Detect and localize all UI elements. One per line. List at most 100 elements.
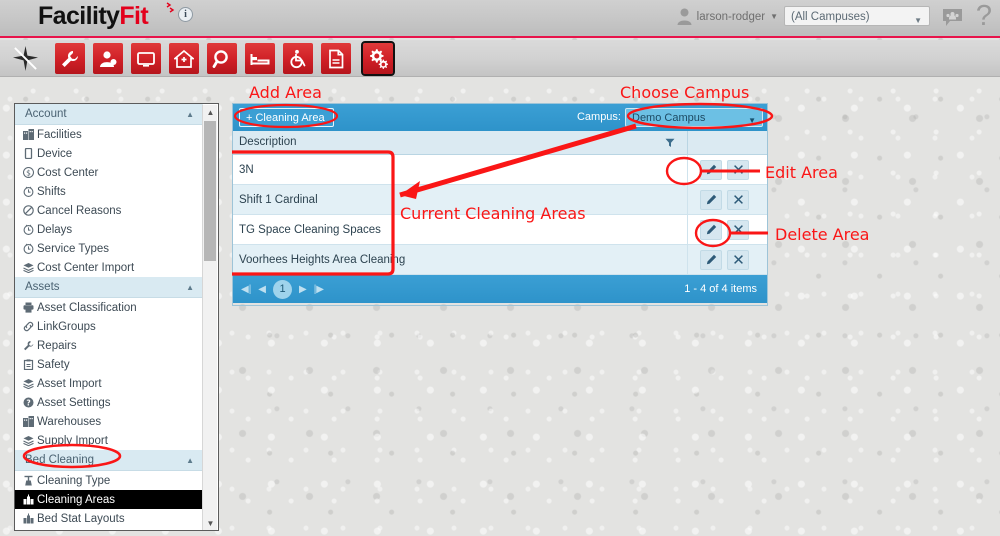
sidebar-item-safety[interactable]: Safety — [15, 355, 203, 374]
funnel-filter-icon[interactable] — [665, 138, 675, 151]
sidebar-item-label: Warehouses — [37, 415, 102, 428]
table-row[interactable]: Voorhees Heights Area Cleaning — [233, 245, 767, 275]
sidebar-item-label: Bed Stat Layouts — [37, 512, 125, 525]
sidebar-item-repairs[interactable]: Repairs — [15, 336, 203, 355]
toolbar-button-transport[interactable] — [283, 43, 313, 74]
scroll-down-arrow-icon[interactable]: ▼ — [203, 516, 218, 530]
global-campus-dropdown[interactable]: (All Campuses) ▼ — [784, 6, 930, 26]
sidebar-item-shifts[interactable]: Shifts — [15, 182, 203, 201]
sidebar-item-device[interactable]: Device — [15, 144, 203, 163]
pager-last-icon[interactable]: |▶ — [314, 284, 324, 295]
delete-area-button[interactable] — [727, 159, 749, 180]
chevron-down-icon: ▼ — [914, 16, 922, 25]
sidebar-group-label: Account — [25, 108, 67, 120]
pager-first-icon[interactable]: ◀| — [241, 284, 251, 295]
question-circle-icon: ? — [22, 396, 34, 408]
sidebar-item-cost-center[interactable]: $ Cost Center — [15, 163, 203, 182]
sidebar-group-bed-cleaning[interactable]: Bed Cleaning ▲ — [15, 450, 203, 471]
edit-area-button[interactable] — [700, 219, 722, 240]
campus-label: Campus: — [576, 111, 621, 123]
edit-area-button[interactable] — [700, 189, 722, 210]
toolbar-button-facility[interactable] — [169, 43, 199, 74]
sidebar-item-facilities[interactable]: Facilities — [15, 125, 203, 144]
x-close-icon — [733, 255, 743, 264]
gears-icon — [369, 49, 388, 69]
annotation-label-choose-campus: Choose Campus — [620, 83, 750, 102]
chat-people-icon[interactable] — [942, 8, 963, 28]
sidebar-item-bed-stat-layouts[interactable]: Bed Stat Layouts — [15, 509, 203, 528]
edit-area-button[interactable] — [700, 249, 722, 270]
toolbar-button-search[interactable] — [207, 43, 237, 74]
settings-sidebar: Account ▲ Facilities Device $ Cost Cente… — [14, 103, 219, 531]
chevron-down-icon: ▼ — [748, 116, 756, 125]
table-row[interactable]: 3N — [233, 155, 767, 185]
x-close-icon — [733, 225, 743, 234]
add-cleaning-area-button[interactable]: + Cleaning Area — [239, 108, 334, 127]
sparkle-star-icon[interactable] — [12, 45, 39, 72]
pencil-icon — [706, 254, 716, 265]
toolbar-button-maintenance[interactable] — [55, 43, 85, 74]
sidebar-item-linkgroups[interactable]: LinkGroups — [15, 317, 203, 336]
link-icon — [22, 320, 34, 332]
toolbar-button-dashboard[interactable] — [131, 43, 161, 74]
toolbar-button-settings[interactable] — [361, 41, 395, 76]
edit-area-button[interactable] — [700, 159, 722, 180]
sidebar-item-service-types[interactable]: Service Types — [15, 239, 203, 258]
sidebar-scroll-area: Account ▲ Facilities Device $ Cost Cente… — [15, 104, 203, 530]
wrench-icon — [62, 50, 79, 67]
toolbar-button-bed-cleaning[interactable] — [245, 43, 275, 74]
dollar-circle-icon: $ — [22, 166, 34, 178]
pager-prev-icon[interactable]: ◀ — [258, 284, 266, 295]
toolbar-button-reports[interactable] — [321, 43, 351, 74]
scrollbar-thumb[interactable] — [204, 121, 216, 261]
delete-area-button[interactable] — [727, 249, 749, 270]
help-icon[interactable]: ? — [976, 0, 992, 33]
sidebar-item-label: LinkGroups — [37, 320, 96, 333]
sidebar-item-label: Cleaning Type — [37, 474, 111, 487]
sidebar-item-asset-settings[interactable]: ? Asset Settings — [15, 393, 203, 412]
pencil-icon — [706, 164, 716, 175]
chevron-up-icon: ▲ — [186, 456, 194, 465]
sidebar-scrollbar[interactable]: ▲ ▼ — [202, 105, 218, 530]
column-header-label: Description — [239, 136, 297, 148]
pager-next-icon[interactable]: ▶ — [299, 284, 307, 295]
clock-icon — [22, 223, 34, 235]
sidebar-item-bed-status[interactable]: Bed Status — [15, 528, 203, 530]
pager-page-number[interactable]: 1 — [273, 279, 292, 299]
sidebar-item-delays[interactable]: Delays — [15, 220, 203, 239]
info-icon[interactable]: i — [178, 7, 193, 22]
sidebar-item-asset-classification[interactable]: Asset Classification — [15, 298, 203, 317]
grid-pager: ◀| ◀ 1 ▶ |▶ 1 - 4 of 4 items — [233, 275, 767, 303]
sidebar-item-cancel-reasons[interactable]: Cancel Reasons — [15, 201, 203, 220]
delete-area-button[interactable] — [727, 219, 749, 240]
sidebar-item-label: Cost Center — [37, 166, 99, 179]
sidebar-item-label: Asset Settings — [37, 396, 111, 409]
campus-dropdown-value: Demo Campus — [632, 112, 706, 124]
toolbar-button-staff[interactable] — [93, 43, 123, 74]
sidebar-item-cost-center-import[interactable]: Cost Center Import — [15, 258, 203, 277]
logo-trademark-icon — [166, 2, 175, 13]
person-icon — [100, 50, 117, 67]
cell-description: 3N — [239, 163, 254, 176]
annotation-label-edit-area: Edit Area — [765, 163, 838, 182]
sidebar-item-label: Delays — [37, 223, 73, 236]
sidebar-item-cleaning-areas[interactable]: Cleaning Areas — [15, 490, 203, 509]
sidebar-item-asset-import[interactable]: Asset Import — [15, 374, 203, 393]
user-menu[interactable]: larson-rodger ▼ — [677, 8, 778, 25]
campus-dropdown[interactable]: Demo Campus ▼ — [625, 108, 763, 127]
sidebar-item-label: Service Types — [37, 242, 110, 255]
app-header: FacilityFit i larson-rodger ▼ (All Campu… — [0, 0, 1000, 38]
column-header-description[interactable]: Description — [233, 131, 687, 154]
scroll-up-arrow-icon[interactable]: ▲ — [203, 105, 218, 120]
delete-area-button[interactable] — [727, 189, 749, 210]
sidebar-item-supply-import[interactable]: Supply Import — [15, 431, 203, 450]
sidebar-item-warehouses[interactable]: Warehouses — [15, 412, 203, 431]
sidebar-group-assets[interactable]: Assets ▲ — [15, 277, 203, 298]
chevron-up-icon: ▲ — [186, 283, 194, 292]
document-icon — [329, 49, 344, 68]
building-icon — [22, 128, 34, 140]
layers-icon — [22, 377, 34, 389]
clock-icon — [22, 185, 34, 197]
sidebar-group-account[interactable]: Account ▲ — [15, 104, 203, 125]
sidebar-item-cleaning-type[interactable]: Cleaning Type — [15, 471, 203, 490]
